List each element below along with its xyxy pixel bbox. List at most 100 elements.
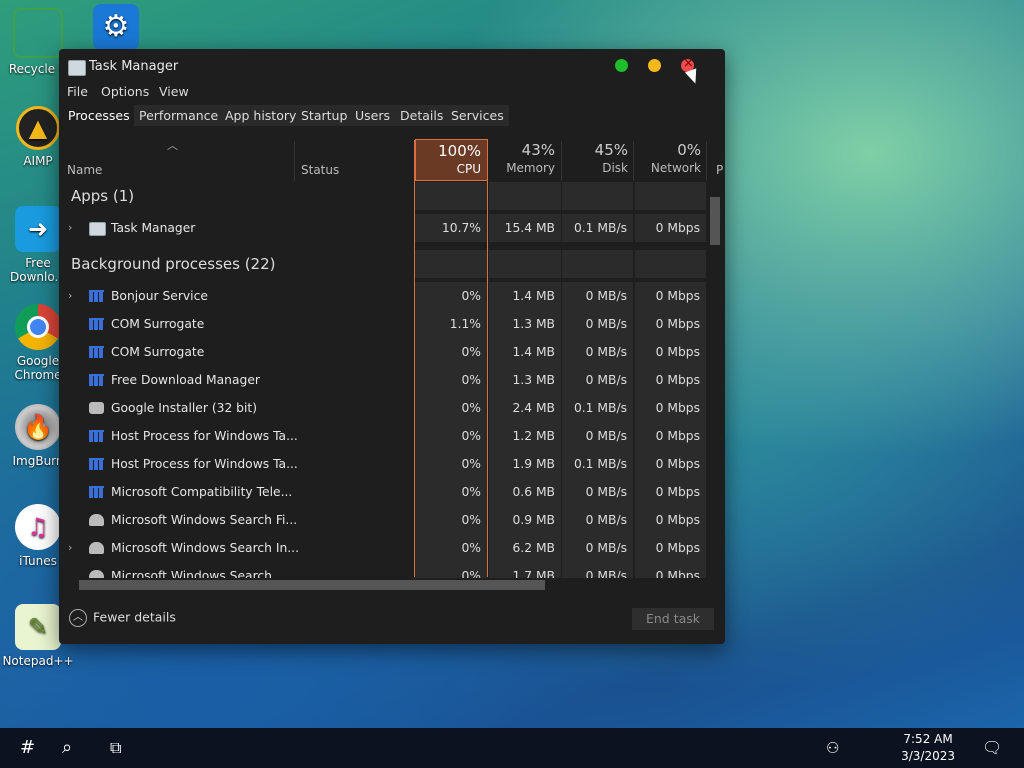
table-row[interactable]: Microsoft Windows Search ... 0% 1.7 MB 0 MB… <box>59 562 707 578</box>
menu-view[interactable]: View <box>159 84 189 99</box>
cpu-total: 100% <box>438 142 481 160</box>
cpu-value: 0% <box>415 366 487 394</box>
maximize-button[interactable] <box>615 59 628 72</box>
memory-value: 1.7 MB <box>489 562 561 578</box>
memory-value: 6.2 MB <box>489 534 561 562</box>
table-row[interactable]: › Microsoft Windows Search In... 0% 6.2 MB 0… <box>59 534 707 562</box>
table-row[interactable]: COM Surrogate 0% 1.4 MB 0 MB/s 0 Mbps <box>59 338 707 366</box>
cpu-value: 1.1% <box>415 310 487 338</box>
task-view-icon[interactable]: ⧉ <box>110 738 121 758</box>
service-icon <box>89 318 104 330</box>
column-disk[interactable]: 45% Disk <box>562 139 634 181</box>
memory-value: 1.3 MB <box>489 310 561 338</box>
table-row[interactable]: Host Process for Windows Ta... 0% 1.2 MB 0 … <box>59 422 707 450</box>
horizontal-scrollbar[interactable] <box>79 580 545 590</box>
table-row[interactable]: › Task Manager 10.7% 15.4 MB 0.1 MB/s 0 Mbps <box>59 214 707 242</box>
search-person-icon <box>89 570 104 578</box>
task-manager-window: Task Manager File Options View Processes… <box>59 49 725 644</box>
vertical-scrollbar[interactable] <box>710 197 720 245</box>
tab-startup[interactable]: Startup <box>296 105 353 126</box>
service-icon <box>89 346 104 358</box>
disk-value: 0 MB/s <box>562 506 633 534</box>
disk-label: Disk <box>602 161 628 175</box>
column-name[interactable]: Name <box>67 163 102 177</box>
network-value: 0 Mbps <box>635 534 706 562</box>
process-table: Apps (1) › Task Manager 10.7% 15.4 MB 0.1 MB/… <box>59 182 707 578</box>
service-icon <box>89 486 104 498</box>
cell-bg <box>415 182 487 210</box>
expand-chevron-icon[interactable]: › <box>68 214 72 242</box>
column-memory[interactable]: 43% Memory <box>489 139 561 181</box>
tab-performance[interactable]: Performance <box>134 105 224 126</box>
fewer-details-label: Fewer details <box>93 609 176 625</box>
table-row[interactable]: Microsoft Windows Search Fi... 0% 0.9 MB 0 … <box>59 506 707 534</box>
disk-value: 0.1 MB/s <box>562 214 633 242</box>
cell-bg <box>562 250 633 278</box>
column-divider <box>706 141 707 181</box>
network-value: 0 Mbps <box>635 394 706 422</box>
system-clock[interactable]: 7:52 AM 3/3/2023 <box>901 731 955 765</box>
installer-icon <box>89 402 104 414</box>
column-header-row: ︿ Name Status 100% CPU 43% Memory 45% Di… <box>59 139 723 181</box>
process-name: Bonjour Service <box>111 289 208 303</box>
cell-bg <box>489 250 561 278</box>
start-button[interactable]: # <box>20 737 35 758</box>
clock-time: 7:52 AM <box>903 732 953 746</box>
network-label: Network <box>650 161 701 175</box>
notification-icon[interactable]: 🗨 <box>982 738 1002 757</box>
memory-value: 0.6 MB <box>489 478 561 506</box>
memory-value: 2.4 MB <box>489 394 561 422</box>
table-row[interactable]: Free Download Manager 0% 1.3 MB 0 MB/s 0 Mbp… <box>59 366 707 394</box>
cpu-value: 0% <box>415 394 487 422</box>
process-name: Microsoft Compatibility Tele... <box>111 485 293 499</box>
memory-value: 0.9 MB <box>489 506 561 534</box>
process-name: Host Process for Windows Ta... <box>111 429 298 443</box>
service-icon <box>89 290 104 302</box>
menu-file[interactable]: File <box>67 84 88 99</box>
fewer-details-button[interactable]: ︿ Fewer details <box>69 609 176 627</box>
column-power-partial[interactable]: P <box>716 163 723 177</box>
expand-chevron-icon[interactable]: › <box>68 282 72 310</box>
cpu-value: 0% <box>415 562 487 578</box>
process-name: COM Surrogate <box>111 317 205 331</box>
free-download-manager-icon: ➜ <box>15 206 61 252</box>
tab-details[interactable]: Details <box>395 105 449 126</box>
network-total: 0% <box>677 141 701 159</box>
tab-app-history[interactable]: App history <box>220 105 302 126</box>
process-name: Google Installer (32 bit) <box>111 401 258 415</box>
process-name: Free Download Manager <box>111 373 260 387</box>
end-task-button[interactable]: End task <box>632 608 714 630</box>
minimize-button[interactable] <box>648 59 661 72</box>
table-row[interactable]: Microsoft Compatibility Tele... 0% 0.6 MB 0… <box>59 478 707 506</box>
group-background[interactable]: Background processes (22) <box>59 250 707 278</box>
title-bar[interactable]: Task Manager <box>59 49 725 83</box>
tab-services[interactable]: Services <box>446 105 509 126</box>
column-status[interactable]: Status <box>301 163 339 177</box>
tab-processes[interactable]: Processes <box>63 105 135 126</box>
aimp-icon: ▲ <box>16 106 60 150</box>
network-value: 0 Mbps <box>635 338 706 366</box>
table-row[interactable]: COM Surrogate 1.1% 1.3 MB 0 MB/s 0 Mbps <box>59 310 707 338</box>
notepadpp-icon: ✎ <box>15 604 61 650</box>
people-icon[interactable]: ⚇ <box>826 739 839 757</box>
group-apps[interactable]: Apps (1) <box>59 182 707 210</box>
itunes-icon: ♫ <box>15 504 61 550</box>
disk-value: 0 MB/s <box>562 282 633 310</box>
tab-bar: Processes Performance App history Startu… <box>59 105 725 127</box>
table-row[interactable]: Host Process for Windows Ta... 0% 1.9 MB 0.… <box>59 450 707 478</box>
desktop-icon-settings[interactable]: ⚙ <box>80 4 152 54</box>
menu-options[interactable]: Options <box>101 84 149 99</box>
table-row[interactable]: Google Installer (32 bit) 0% 2.4 MB 0.1 MB/… <box>59 394 707 422</box>
network-value: 0 Mbps <box>635 450 706 478</box>
tab-users[interactable]: Users <box>350 105 396 126</box>
desktop-icon-label: Free Downlo... <box>10 256 66 284</box>
cpu-value: 0% <box>415 282 487 310</box>
table-row[interactable]: › Bonjour Service 0% 1.4 MB 0 MB/s 0 Mbps <box>59 282 707 310</box>
column-cpu[interactable]: 100% CPU <box>415 139 488 181</box>
column-network[interactable]: 0% Network <box>635 139 707 181</box>
service-icon <box>89 374 104 386</box>
expand-chevron-icon[interactable]: › <box>68 534 72 562</box>
search-icon[interactable]: ⌕ <box>62 737 72 758</box>
disk-value: 0.1 MB/s <box>562 394 633 422</box>
process-name: Host Process for Windows Ta... <box>111 457 298 471</box>
